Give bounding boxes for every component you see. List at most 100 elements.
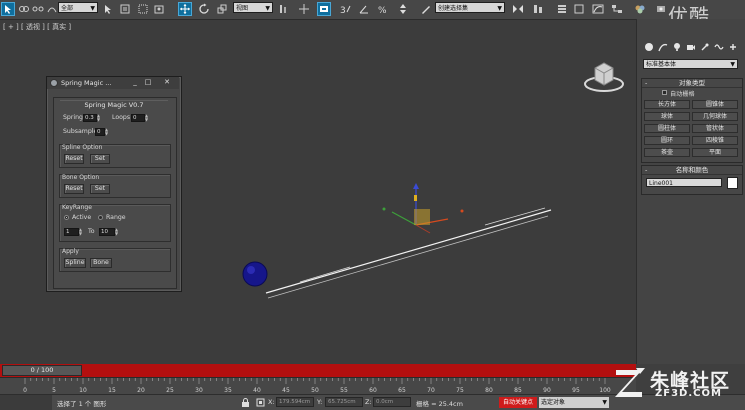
object-button-tube[interactable]: 管状体 [692, 124, 738, 133]
apply-bone-button[interactable]: Bone [90, 258, 112, 268]
x-coord-field[interactable]: 179.594cm [276, 397, 314, 407]
spring-magic-dialog[interactable]: Spring Magic ... _ □ ✕ Spring Magic V0.7… [46, 76, 182, 292]
object-button-teapot[interactable]: 茶壶 [644, 148, 690, 157]
bone-set-button[interactable]: Set [90, 184, 110, 194]
select-move-icon[interactable] [178, 2, 192, 16]
window-crossing-icon[interactable] [153, 3, 165, 15]
frame-tick-label: 0 [23, 387, 27, 394]
dialog-titlebar[interactable]: Spring Magic ... _ □ ✕ [47, 77, 179, 89]
unlink-icon[interactable] [32, 3, 44, 15]
selection-lock-icon[interactable] [241, 398, 250, 407]
edit-named-selection-icon[interactable] [420, 3, 432, 15]
track-bar[interactable]: 0 5 10 15 20 25 30 35 40 45 50 55 60 65 70 75 80 85 90 95 10… [0, 377, 636, 395]
object-button-cylinder[interactable]: 圆柱体 [644, 124, 690, 133]
object-name-field[interactable]: Line001 [646, 178, 722, 187]
keyboard-shortcut-icon[interactable] [317, 2, 331, 16]
object-button-geosphere[interactable]: 几何球体 [692, 112, 738, 121]
lights-icon[interactable] [672, 42, 682, 52]
spinner-arrows-icon[interactable]: ▲ ▼ [97, 114, 101, 122]
active-radio[interactable] [64, 215, 69, 220]
chevron-down-icon: ▼ [730, 61, 735, 68]
frame-ruler: 0 5 10 15 20 25 30 35 40 45 50 55 60 65 70 75 80 85 90 95 10… [23, 378, 611, 394]
select-rotate-icon[interactable] [198, 3, 210, 15]
schematic-icon[interactable] [611, 3, 623, 15]
named-selection-dropdown[interactable]: 创建选择集 ▼ [435, 2, 505, 13]
move-gizmo[interactable] [382, 183, 464, 234]
toggle-ribbon-icon[interactable] [573, 3, 585, 15]
material-editor-icon[interactable] [634, 3, 646, 15]
align-icon[interactable] [532, 3, 544, 15]
absolute-mode-icon[interactable] [256, 398, 265, 407]
group-title: Spline Option [62, 144, 103, 151]
percent-snap-icon[interactable]: % [377, 3, 389, 15]
maximize-button[interactable]: □ [142, 78, 154, 87]
object-button-torus[interactable]: 圆环 [644, 136, 690, 145]
layer-manager-icon[interactable] [556, 3, 568, 15]
snap-3d-icon[interactable]: 3 [340, 3, 352, 15]
frame-tick-label: 55 [340, 387, 348, 394]
spline-set-button[interactable]: Set [90, 154, 110, 164]
spinner-arrows-icon[interactable]: ▲ ▼ [105, 128, 109, 136]
viewcube-icon[interactable] [583, 58, 625, 94]
key-filter-dropdown[interactable]: 选定对象 ▼ [539, 397, 609, 408]
spacewarps-icon[interactable] [714, 42, 724, 52]
systems-icon[interactable] [728, 42, 738, 52]
autogrid-checkbox[interactable] [662, 90, 667, 95]
primitive-type-dropdown[interactable]: 标准基本体 ▼ [643, 59, 738, 69]
spinner-snap-icon[interactable] [397, 3, 409, 15]
minimize-button[interactable]: _ [129, 78, 141, 87]
range-radio[interactable] [98, 215, 103, 220]
geometry-icon[interactable] [644, 42, 654, 52]
curve-editor-icon[interactable] [592, 3, 604, 15]
helpers-icon[interactable] [700, 42, 710, 52]
object-color-swatch[interactable] [727, 177, 738, 189]
reference-coord-dropdown[interactable]: 视图 ▼ [233, 2, 273, 13]
object-button-box[interactable]: 长方体 [644, 100, 690, 109]
bone-sphere[interactable] [242, 261, 268, 287]
mirror-icon[interactable] [512, 3, 524, 15]
close-button[interactable]: ✕ [161, 78, 173, 87]
rollout-header[interactable]: Spring Magic V0.7 [60, 100, 168, 109]
select-manipulate-icon[interactable] [298, 3, 310, 15]
object-button-plane[interactable]: 平面 [692, 148, 738, 157]
shapes-icon[interactable] [658, 42, 668, 52]
object-button-sphere[interactable]: 球体 [644, 112, 690, 121]
time-slider[interactable]: 0 / 100 [0, 364, 636, 377]
maxscript-listener[interactable] [0, 395, 52, 410]
rect-region-icon[interactable] [137, 3, 149, 15]
apply-spline-button[interactable]: Spline [64, 258, 86, 268]
frame-tick-label: 100 [599, 387, 611, 394]
selection-filter-dropdown[interactable]: 全部 ▼ [58, 2, 98, 13]
range-to-field[interactable]: 10 ▲ ▼ [99, 228, 118, 236]
object-button-pyramid[interactable]: 四棱锥 [692, 136, 738, 145]
spinner-arrows-icon[interactable]: ▲ ▼ [115, 228, 119, 236]
select-by-name-icon[interactable] [119, 3, 131, 15]
y-coord-field[interactable]: 65.725cm [325, 397, 363, 407]
apply-group: Apply Spline Bone [59, 248, 171, 272]
render-setup-icon[interactable] [655, 3, 667, 15]
time-slider-handle[interactable]: 0 / 100 [2, 365, 82, 376]
spinner-arrows-icon[interactable]: ▲ ▼ [79, 228, 83, 236]
svg-text:3: 3 [340, 6, 346, 15]
link-icon[interactable] [18, 3, 30, 15]
rollout-header-object-type[interactable]: - 对象类型 [642, 79, 742, 88]
select-scale-icon[interactable] [216, 3, 228, 15]
frame-tick-label: 40 [253, 387, 261, 394]
select-object-icon[interactable] [1, 2, 15, 16]
auto-key-button[interactable]: 自动关键点 [499, 397, 537, 408]
loops-field[interactable]: 0 ▲ ▼ [131, 114, 148, 122]
z-coord-field[interactable]: 0.0cm [373, 397, 411, 407]
select-object-arrow-icon[interactable] [102, 3, 114, 15]
rollout-header-name-color[interactable]: - 名称和颜色 [642, 166, 742, 175]
bone-reset-button[interactable]: Reset [64, 184, 84, 194]
angle-snap-icon[interactable] [358, 3, 370, 15]
spinner-arrows-icon[interactable]: ▲ ▼ [145, 114, 149, 122]
cameras-icon[interactable] [686, 42, 696, 52]
pivot-icon[interactable] [277, 3, 289, 15]
spring-field[interactable]: 0.3 ▲ ▼ [83, 114, 100, 122]
bind-spacewarp-icon[interactable] [46, 3, 58, 15]
spline-reset-button[interactable]: Reset [64, 154, 84, 164]
range-from-field[interactable]: 1 ▲ ▼ [64, 228, 82, 236]
subsample-field[interactable]: 0 ▲ ▼ [95, 128, 108, 136]
object-button-cone[interactable]: 圆锥体 [692, 100, 738, 109]
